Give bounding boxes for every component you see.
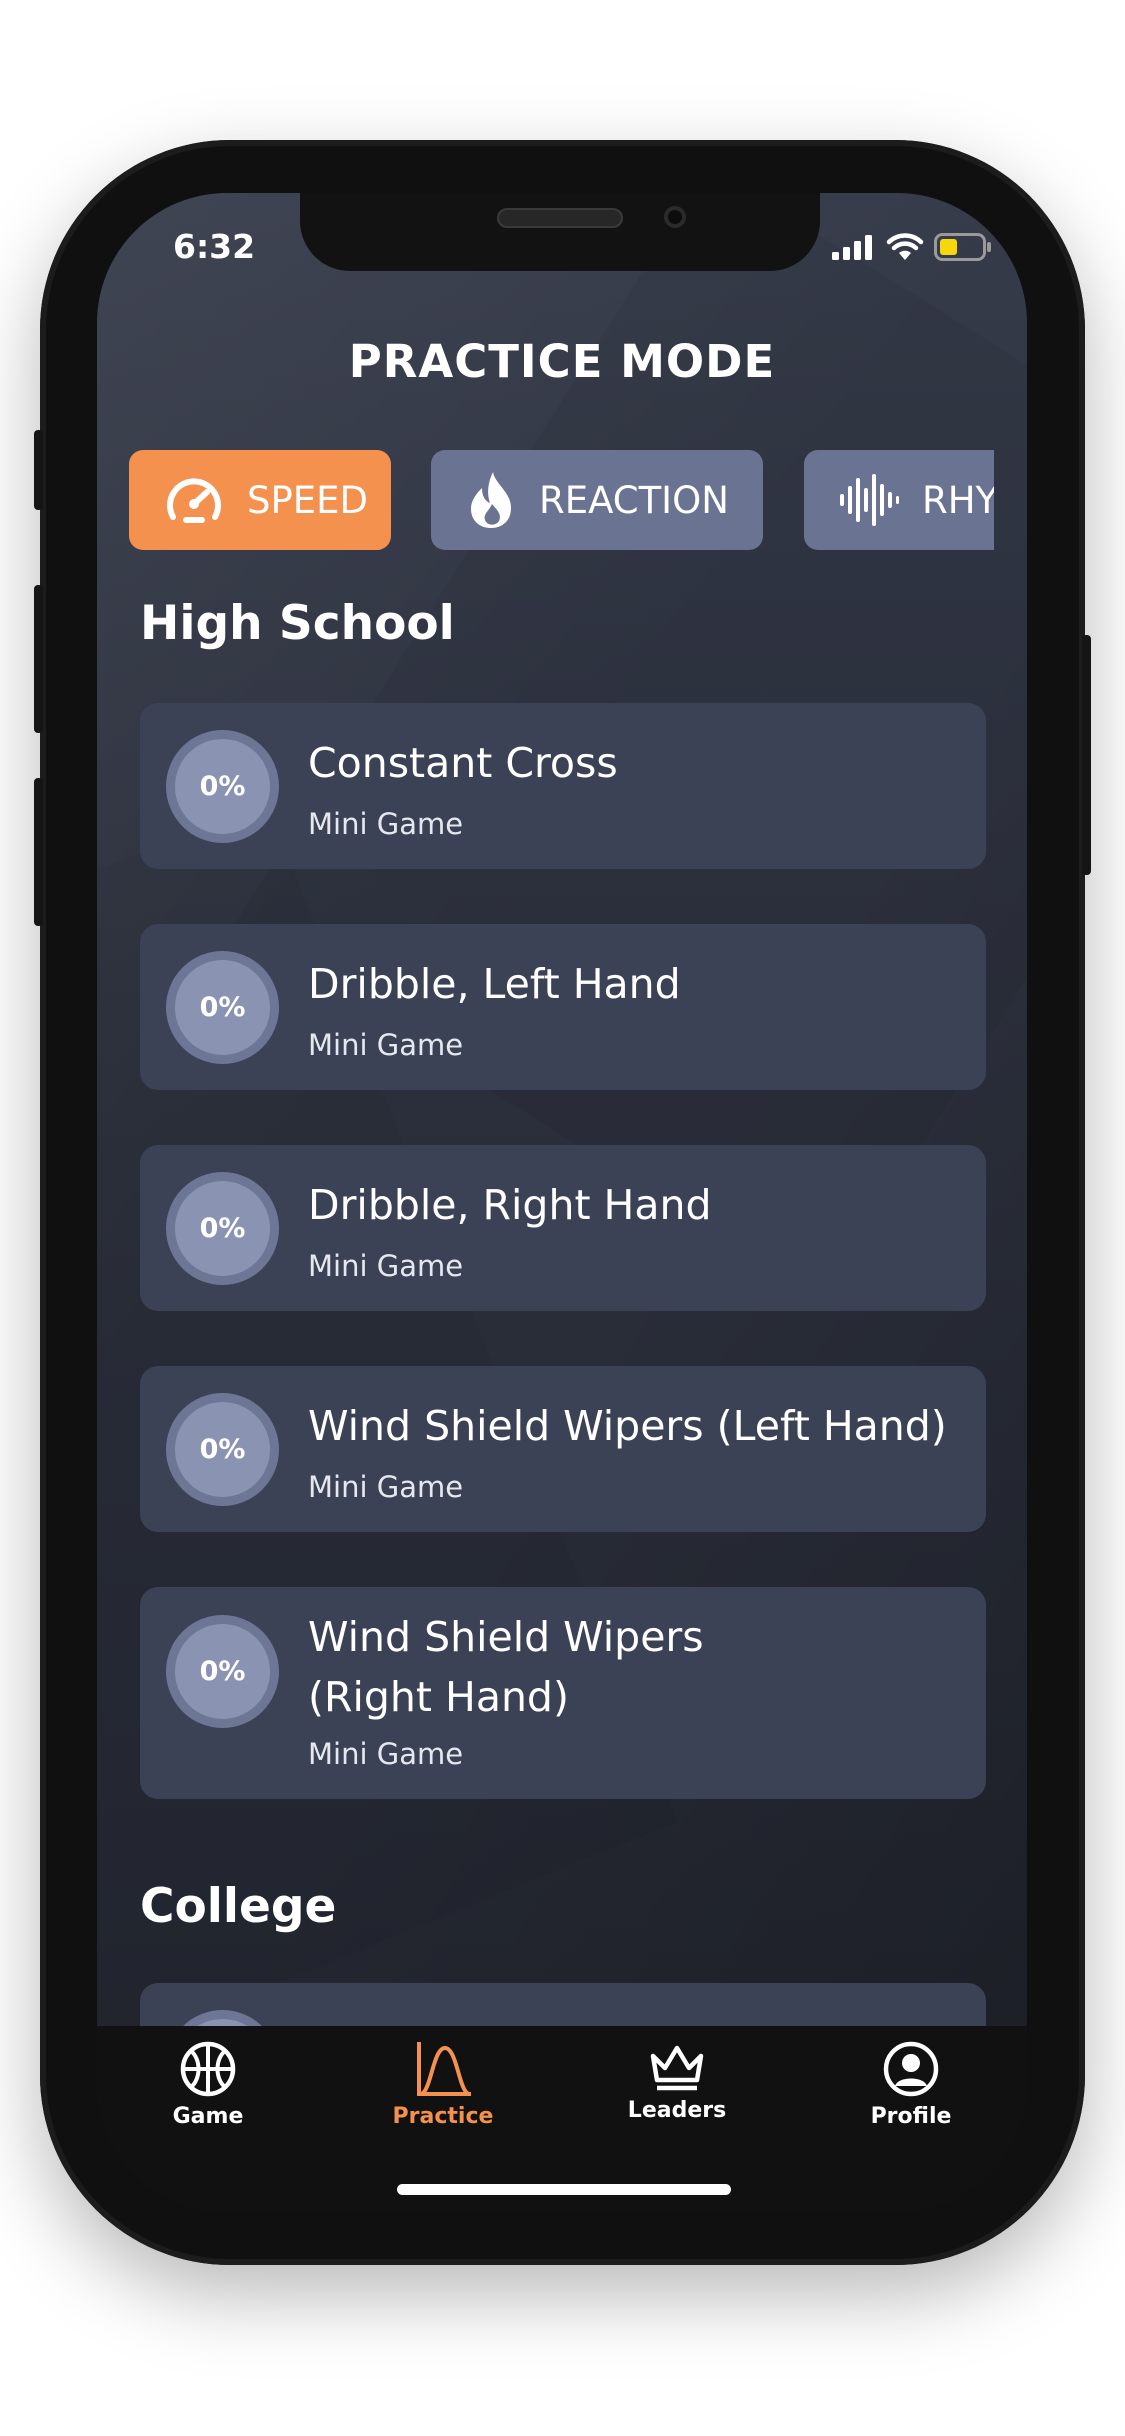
tab-reaction-label: REACTION	[539, 478, 729, 522]
speaker-grille	[497, 208, 623, 228]
status-icons	[832, 229, 992, 265]
tab-rhythm[interactable]: RHYT	[804, 450, 994, 550]
home-indicator[interactable]	[397, 2184, 731, 2195]
category-tabs: SPEED REACTION RHY	[129, 450, 994, 550]
tab-profile[interactable]: Profile	[821, 2040, 1001, 2129]
status-time: 6:32	[173, 227, 256, 266]
mini-game-title: Constant Cross	[308, 739, 618, 787]
tab-practice-label: Practice	[392, 2104, 494, 2129]
progress-badge: 0%	[166, 1393, 279, 1506]
mini-game-title: Dribble, Right Hand	[308, 1181, 712, 1229]
tab-leaders-label: Leaders	[627, 2098, 727, 2123]
mini-game-title-line2: (Right Hand)	[308, 1673, 569, 1721]
progress-badge: 0%	[166, 951, 279, 1064]
wifi-icon	[886, 233, 924, 260]
tab-speed[interactable]: SPEED	[129, 450, 391, 550]
tab-profile-label: Profile	[870, 2104, 952, 2129]
flame-icon	[465, 470, 517, 530]
list-item[interactable]: 0% Wind Shield Wipers (Right Hand) Mini …	[140, 1587, 986, 1799]
front-camera	[664, 206, 686, 228]
mini-game-title: Wind Shield Wipers (Left Hand)	[308, 1402, 947, 1450]
mini-game-title-line1: Wind Shield Wipers	[308, 1613, 704, 1661]
list-item[interactable]: 0% Dribble, Right Hand Mini Game	[140, 1145, 986, 1311]
practice-curve-icon	[417, 2042, 471, 2096]
tab-leaders[interactable]: Leaders	[587, 2040, 767, 2123]
mini-game-subtitle: Mini Game	[308, 1470, 464, 1504]
mini-game-subtitle: Mini Game	[308, 1028, 464, 1062]
bottom-tab-bar: Game Practice Leaders Profile	[97, 2026, 1027, 2212]
list-item[interactable]: 0% Wind Shield Wipers (Left Hand) Mini G…	[140, 1366, 986, 1532]
progress-badge: 0%	[166, 730, 279, 843]
list-item[interactable]: 0% Constant Cross Mini Game	[140, 703, 986, 869]
power-button	[1082, 635, 1091, 875]
tab-game-label: Game	[172, 2104, 244, 2129]
mini-game-subtitle: Mini Game	[308, 1249, 464, 1283]
crown-icon	[650, 2045, 704, 2091]
battery-icon	[934, 233, 991, 261]
progress-badge: 0%	[166, 1172, 279, 1285]
tab-game[interactable]: Game	[118, 2040, 298, 2129]
app-screen: 6:32 PRACTICE MODE SPEED REACTION RHY Hi…	[97, 193, 1027, 2212]
mute-switch	[34, 430, 43, 510]
tab-reaction[interactable]: REACTION	[431, 450, 763, 550]
mini-game-subtitle: Mini Game	[308, 807, 464, 841]
cellular-signal-icon	[832, 235, 872, 260]
profile-icon	[883, 2041, 939, 2097]
speedometer-icon	[163, 473, 225, 527]
volume-up-button	[34, 585, 43, 733]
page-title: PRACTICE MODE	[348, 335, 776, 388]
section-title-college: College	[140, 1879, 337, 1934]
sound-wave-icon	[838, 472, 900, 528]
basketball-icon	[180, 2041, 236, 2097]
tab-speed-label: SPEED	[247, 478, 369, 522]
volume-down-button	[34, 778, 43, 926]
device-notch	[300, 193, 820, 271]
tab-rhythm-label: RHYT	[922, 478, 994, 522]
tab-practice[interactable]: Practice	[353, 2040, 533, 2129]
mini-game-subtitle: Mini Game	[308, 1737, 464, 1771]
progress-badge: 0%	[166, 1615, 279, 1728]
list-item[interactable]: 0% Dribble, Left Hand Mini Game	[140, 924, 986, 1090]
section-title-high-school: High School	[140, 596, 455, 651]
mini-game-title: Dribble, Left Hand	[308, 960, 681, 1008]
